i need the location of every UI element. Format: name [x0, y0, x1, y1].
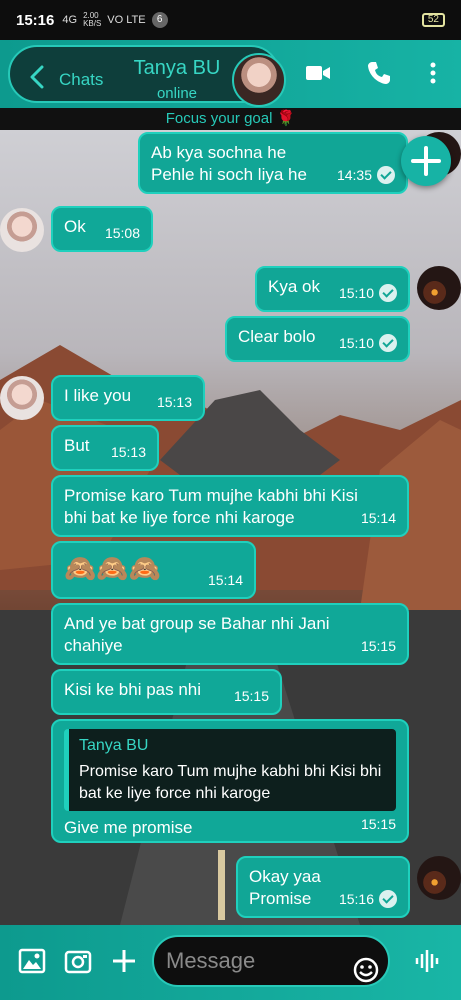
plus-icon[interactable]	[110, 947, 138, 975]
message-bubble[interactable]: Kisi ke bhi pas nhi 15:15	[51, 669, 282, 715]
phone-icon[interactable]	[366, 60, 392, 86]
read-receipt-icon	[377, 166, 395, 184]
contact-status: online	[156, 85, 198, 102]
message-time: 14:35	[336, 167, 372, 183]
message-text: Give me promise	[64, 818, 193, 837]
composer-bar: Message	[0, 925, 461, 1000]
net-speed: 2.00 KB/S	[83, 12, 101, 28]
read-receipt-icon	[379, 284, 397, 302]
message-bubble[interactable]: Clear bolo 15:10	[225, 316, 410, 362]
read-receipt-icon	[379, 890, 397, 908]
status-bar: 15:16 4G 2.00 KB/S VO LTE 6 52	[0, 0, 461, 40]
quoted-sender: Tanya BU	[79, 737, 149, 754]
signal-indicator: 4G	[62, 14, 78, 26]
my-avatar[interactable]	[417, 266, 461, 310]
message-time: 15:15	[233, 688, 269, 704]
focus-banner: Focus your goal 🌹	[0, 108, 461, 130]
emoji-icon[interactable]	[353, 957, 379, 983]
message-time: 15:16	[338, 891, 374, 907]
message-time: 15:13	[110, 444, 146, 460]
message-bubble-reply[interactable]: Tanya BU Promise karo Tum mujhe kabhi bh…	[51, 719, 409, 843]
quoted-message[interactable]: Tanya BU Promise karo Tum mujhe kabhi bh…	[64, 729, 396, 811]
network-type: VO LTE	[107, 14, 146, 26]
net-speed-unit: KB/S	[83, 19, 102, 28]
message-time: 15:10	[338, 335, 374, 351]
message-time: 15:15	[360, 638, 396, 654]
quoted-text: Promise karo Tum mujhe kabhi bhi Kisi bh…	[79, 763, 382, 802]
image-icon[interactable]	[18, 947, 46, 975]
message-bubble[interactable]: Okay yaa Promise 15:16	[236, 856, 410, 918]
message-bubble[interactable]: 🙈🙈🙈 15:14	[51, 541, 256, 599]
status-time: 15:16	[16, 11, 55, 29]
back-to-chats-label[interactable]: Chats	[59, 70, 103, 90]
message-time: 15:08	[104, 225, 140, 241]
contact-avatar-small[interactable]	[0, 376, 44, 420]
message-text: Promise karo Tum mujhe kabhi bhi Kisi bh…	[64, 486, 363, 527]
video-camera-icon[interactable]	[305, 60, 331, 86]
message-bubble[interactable]: Ok 15:08	[51, 206, 153, 252]
chevron-left-icon[interactable]	[26, 65, 48, 89]
message-bubble[interactable]: And ye bat group se Bahar nhi Jani chahi…	[51, 603, 409, 665]
message-time: 15:15	[360, 816, 396, 832]
chat-header: Chats Tanya BU online	[0, 40, 461, 108]
battery-indicator: 52	[421, 13, 445, 27]
more-vertical-icon[interactable]	[420, 60, 446, 86]
message-time: 15:14	[360, 510, 396, 526]
message-bubble[interactable]: Ab kya sochna he Pehle hi soch liya he 1…	[138, 132, 408, 194]
message-text: And ye bat group se Bahar nhi Jani chahi…	[64, 614, 335, 655]
plus-icon[interactable]	[401, 136, 451, 186]
message-bubble[interactable]: Kya ok 15:10	[255, 266, 410, 312]
camera-icon[interactable]	[64, 947, 92, 975]
contact-name[interactable]: Tanya BU	[130, 57, 224, 80]
message-bubble[interactable]: But 15:13	[51, 425, 159, 471]
notification-count: 6	[151, 12, 168, 28]
message-bubble[interactable]: Promise karo Tum mujhe kabhi bhi Kisi bh…	[51, 475, 409, 537]
message-time: 15:13	[156, 394, 192, 410]
voice-wave-icon[interactable]	[414, 947, 442, 975]
contact-avatar-small[interactable]	[0, 208, 44, 252]
message-bubble[interactable]: I like you 15:13	[51, 375, 205, 421]
message-time: 15:10	[338, 285, 374, 301]
my-avatar[interactable]	[417, 856, 461, 900]
read-receipt-icon	[379, 334, 397, 352]
message-time: 15:14	[207, 572, 243, 588]
contact-avatar[interactable]	[232, 53, 286, 107]
contact-pill[interactable]: Chats Tanya BU online	[8, 45, 286, 107]
